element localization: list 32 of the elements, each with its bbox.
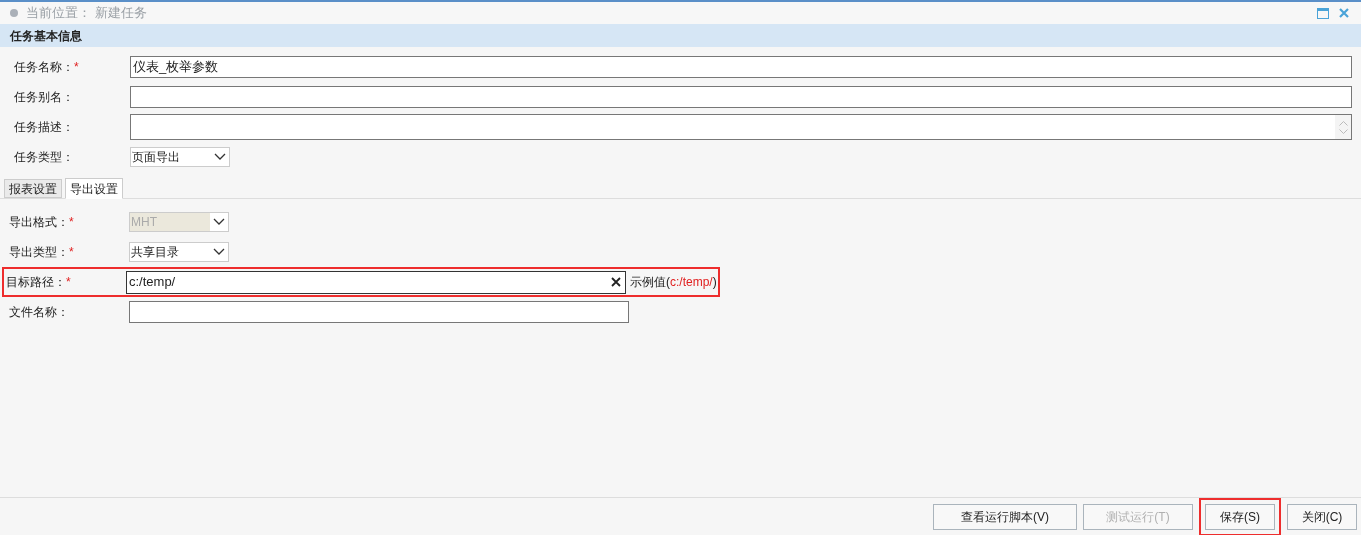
tab[interactable]: 导出设置 [65,178,123,199]
button[interactable]: 保存(S) [1205,503,1275,530]
breadcrumb: 当前位置： 新建任务 [26,4,147,23]
dropdown[interactable]: 页面导出 [130,147,230,167]
field-label: 任务描述： [14,119,75,136]
spin-arrows-icon [1335,115,1351,139]
tab[interactable]: 报表设置 [4,179,62,198]
field-label: 导出类型：* [9,244,75,261]
field-label: 任务名称：* [14,59,80,76]
chevron-down-icon [213,218,225,226]
field-label: 任务类型： [14,149,75,166]
text-field[interactable]: 仪表_枚举参数 [130,56,1352,78]
dropdown[interactable]: 共享目录 [129,242,229,262]
button: 测试运行(T) [1083,503,1193,530]
text-area[interactable] [130,114,1352,140]
button[interactable]: 关闭(C) [1287,503,1357,530]
chevron-down-icon [213,248,225,256]
close-icon[interactable] [1339,8,1349,18]
field-label: 任务别名： [14,89,75,106]
text-field[interactable] [130,86,1352,108]
example-value: 示例值(c:/temp/) [630,274,717,291]
bullet-icon [10,9,18,17]
field-label: 目标路径：* [6,274,72,291]
field-label: 导出格式：* [9,214,75,231]
field-label: 文件名称： [9,304,70,321]
path-field[interactable]: c:/temp/ [126,270,626,294]
button[interactable]: 查看运行脚本(V) [933,503,1077,530]
clear-icon[interactable] [611,277,621,287]
text-field[interactable] [129,301,629,323]
maximize-icon[interactable] [1317,7,1329,19]
chevron-down-icon [214,153,226,161]
section-header: 任务基本信息 [0,24,1361,47]
